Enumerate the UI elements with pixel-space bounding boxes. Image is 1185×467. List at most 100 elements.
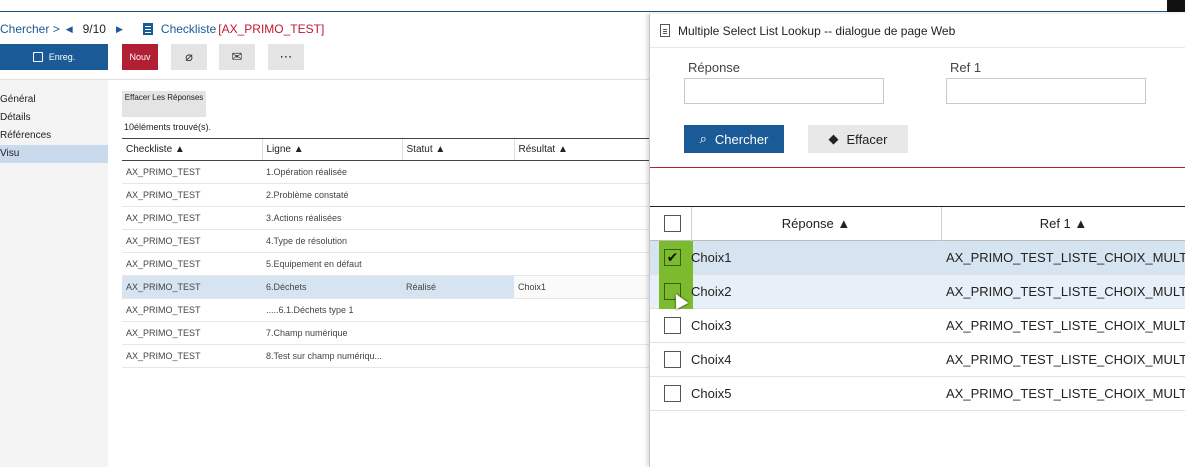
column-header-checkliste[interactable]: Checkliste ▲ bbox=[122, 138, 262, 161]
record-navigation: Chercher > ◀ 9/10 ▶ Checkliste [AX_PRIMO… bbox=[0, 20, 324, 38]
cell-resultat bbox=[514, 298, 652, 322]
table-row[interactable]: AX_PRIMO_TEST .....6.1.Déchets type 1 bbox=[122, 298, 652, 322]
cell-ligne: 3.Actions réalisées bbox=[262, 206, 402, 230]
new-button[interactable]: Nouv bbox=[122, 44, 158, 70]
page-icon bbox=[660, 24, 670, 37]
column-header-reponse[interactable]: Réponse ▲ bbox=[691, 207, 941, 241]
table-row[interactable]: AX_PRIMO_TEST 8.Test sur champ numériqu..… bbox=[122, 344, 652, 368]
save-label: Enreg. bbox=[48, 52, 76, 62]
results-count: 10éléments trouvé(s). bbox=[124, 122, 212, 132]
paperclip-icon: ⌀ bbox=[185, 49, 193, 64]
attach-button[interactable]: ⌀ bbox=[171, 44, 207, 70]
column-header-ligne[interactable]: Ligne ▲ bbox=[261, 138, 402, 161]
cell-ref: AX_PRIMO_TEST_LISTE_CHOIX_MULT... bbox=[946, 250, 1185, 265]
envelope-icon: ✉ bbox=[231, 49, 243, 64]
sidebar-item-references[interactable]: Références bbox=[0, 127, 108, 145]
search-button[interactable]: ⌕ Chercher bbox=[684, 125, 784, 153]
cell-resultat bbox=[514, 183, 652, 207]
more-button[interactable]: ⋯ bbox=[268, 44, 304, 70]
search-link[interactable]: Chercher > bbox=[0, 22, 60, 36]
column-header-statut[interactable]: Statut ▲ bbox=[401, 138, 514, 161]
cell-resultat bbox=[514, 229, 652, 253]
document-icon bbox=[142, 23, 153, 35]
cell-checkliste: AX_PRIMO_TEST bbox=[122, 160, 262, 184]
lookup-grid-header: Réponse ▲ Ref 1 ▲ bbox=[650, 206, 1185, 241]
cell-ligne: 2.Problème constaté bbox=[262, 183, 402, 207]
save-button[interactable]: Enreg. bbox=[0, 44, 108, 70]
top-border bbox=[0, 0, 1185, 12]
cell-reponse: Choix3 bbox=[691, 318, 732, 333]
cell-reponse: Choix2 bbox=[691, 284, 732, 299]
table-row[interactable]: AX_PRIMO_TEST 4.Type de résolution bbox=[122, 229, 652, 253]
select-all-checkbox[interactable] bbox=[664, 215, 681, 232]
clear-answers-button[interactable]: Effacer Les Réponses bbox=[122, 91, 206, 117]
cell-statut bbox=[402, 229, 514, 253]
cell-checkliste: AX_PRIMO_TEST bbox=[122, 206, 262, 230]
previous-record-icon[interactable]: ◀ bbox=[66, 24, 73, 35]
table-row[interactable]: AX_PRIMO_TEST 5.Equipement en défaut bbox=[122, 252, 652, 276]
row-checkbox[interactable] bbox=[664, 317, 681, 334]
ref-field-label: Ref 1 bbox=[950, 60, 982, 75]
table-row-selected[interactable]: AX_PRIMO_TEST 6.Déchets Réalisé Choix1 bbox=[122, 275, 652, 299]
search-icon: ⌕ bbox=[699, 131, 707, 146]
record-position: 9/10 bbox=[82, 22, 106, 36]
window-corner bbox=[1167, 0, 1185, 12]
erase-button-label: Effacer bbox=[846, 131, 888, 147]
dialog-title: Multiple Select List Lookup -- dialogue … bbox=[678, 23, 956, 38]
sidebar-item-details[interactable]: Détails bbox=[0, 109, 108, 127]
cell-ligne: 4.Type de résolution bbox=[262, 229, 402, 253]
cell-checkliste: AX_PRIMO_TEST bbox=[122, 252, 262, 276]
dialog-titlebar: Multiple Select List Lookup -- dialogue … bbox=[650, 14, 1185, 48]
row-checkbox[interactable] bbox=[664, 385, 681, 402]
cell-checkliste: AX_PRIMO_TEST bbox=[122, 321, 262, 345]
table-row[interactable]: AX_PRIMO_TEST 1.Opération réalisée bbox=[122, 160, 652, 184]
save-icon bbox=[32, 52, 43, 62]
cell-statut bbox=[402, 344, 514, 368]
column-header-resultat[interactable]: Résultat ▲ bbox=[513, 138, 652, 161]
sidebar-item-visu[interactable]: Visu bbox=[0, 145, 108, 163]
column-header-ref[interactable]: Ref 1 ▲ bbox=[941, 207, 1185, 241]
cell-statut bbox=[402, 183, 514, 207]
cell-resultat bbox=[514, 344, 652, 368]
list-item[interactable]: Choix4 AX_PRIMO_TEST_LISTE_CHOIX_MULT... bbox=[650, 343, 1185, 377]
cell-resultat bbox=[514, 206, 652, 230]
cell-ligne: 8.Test sur champ numériqu... bbox=[262, 344, 402, 368]
cell-reponse: Choix5 bbox=[691, 386, 732, 401]
cell-ref: AX_PRIMO_TEST_LISTE_CHOIX_MULT... bbox=[946, 318, 1185, 333]
email-button[interactable]: ✉ bbox=[219, 44, 255, 70]
list-item[interactable]: Choix3 AX_PRIMO_TEST_LISTE_CHOIX_MULT... bbox=[650, 309, 1185, 343]
cell-ligne: 5.Equipement en défaut bbox=[262, 252, 402, 276]
reponse-input[interactable] bbox=[684, 78, 884, 104]
cell-checkliste: AX_PRIMO_TEST bbox=[122, 275, 262, 299]
erase-button[interactable]: ◆ Effacer bbox=[808, 125, 908, 153]
sidebar-item-general[interactable]: Général bbox=[0, 91, 108, 109]
cell-statut bbox=[402, 298, 514, 322]
reponse-field-label: Réponse bbox=[688, 60, 741, 75]
cell-reponse: Choix4 bbox=[691, 352, 732, 367]
cell-statut: Réalisé bbox=[402, 275, 514, 299]
cell-ligne: 6.Déchets bbox=[262, 275, 402, 299]
cell-statut bbox=[402, 160, 514, 184]
list-item[interactable]: ✔ Choix1 AX_PRIMO_TEST_LISTE_CHOIX_MULT.… bbox=[650, 241, 1185, 275]
row-checkbox[interactable] bbox=[664, 351, 681, 368]
cell-checkliste: AX_PRIMO_TEST bbox=[122, 229, 262, 253]
row-checkbox-checked[interactable]: ✔ bbox=[664, 249, 681, 266]
cell-statut bbox=[402, 321, 514, 345]
cell-checkliste: AX_PRIMO_TEST bbox=[122, 344, 262, 368]
cell-statut bbox=[402, 206, 514, 230]
cell-ligne: 1.Opération réalisée bbox=[262, 160, 402, 184]
table-row[interactable]: AX_PRIMO_TEST 7.Champ numérique bbox=[122, 321, 652, 345]
ref-input[interactable] bbox=[946, 78, 1146, 104]
list-item[interactable]: Choix2 AX_PRIMO_TEST_LISTE_CHOIX_MULT... bbox=[650, 275, 1185, 310]
list-item[interactable]: Choix5 AX_PRIMO_TEST_LISTE_CHOIX_MULT... bbox=[650, 377, 1185, 411]
cell-statut bbox=[402, 252, 514, 276]
cell-ref: AX_PRIMO_TEST_LISTE_CHOIX_MULT... bbox=[946, 386, 1185, 401]
cell-ref: AX_PRIMO_TEST_LISTE_CHOIX_MULT... bbox=[946, 284, 1185, 299]
next-record-icon[interactable]: ▶ bbox=[116, 24, 123, 35]
table-row[interactable]: AX_PRIMO_TEST 3.Actions réalisées bbox=[122, 206, 652, 230]
checklist-table: Checkliste ▲ Ligne ▲ Statut ▲ Résultat ▲… bbox=[122, 138, 652, 368]
cell-resultat[interactable]: Choix1 bbox=[514, 275, 652, 299]
table-row[interactable]: AX_PRIMO_TEST 2.Problème constaté bbox=[122, 183, 652, 207]
record-title: Checkliste bbox=[160, 22, 217, 36]
cell-resultat bbox=[514, 160, 652, 184]
